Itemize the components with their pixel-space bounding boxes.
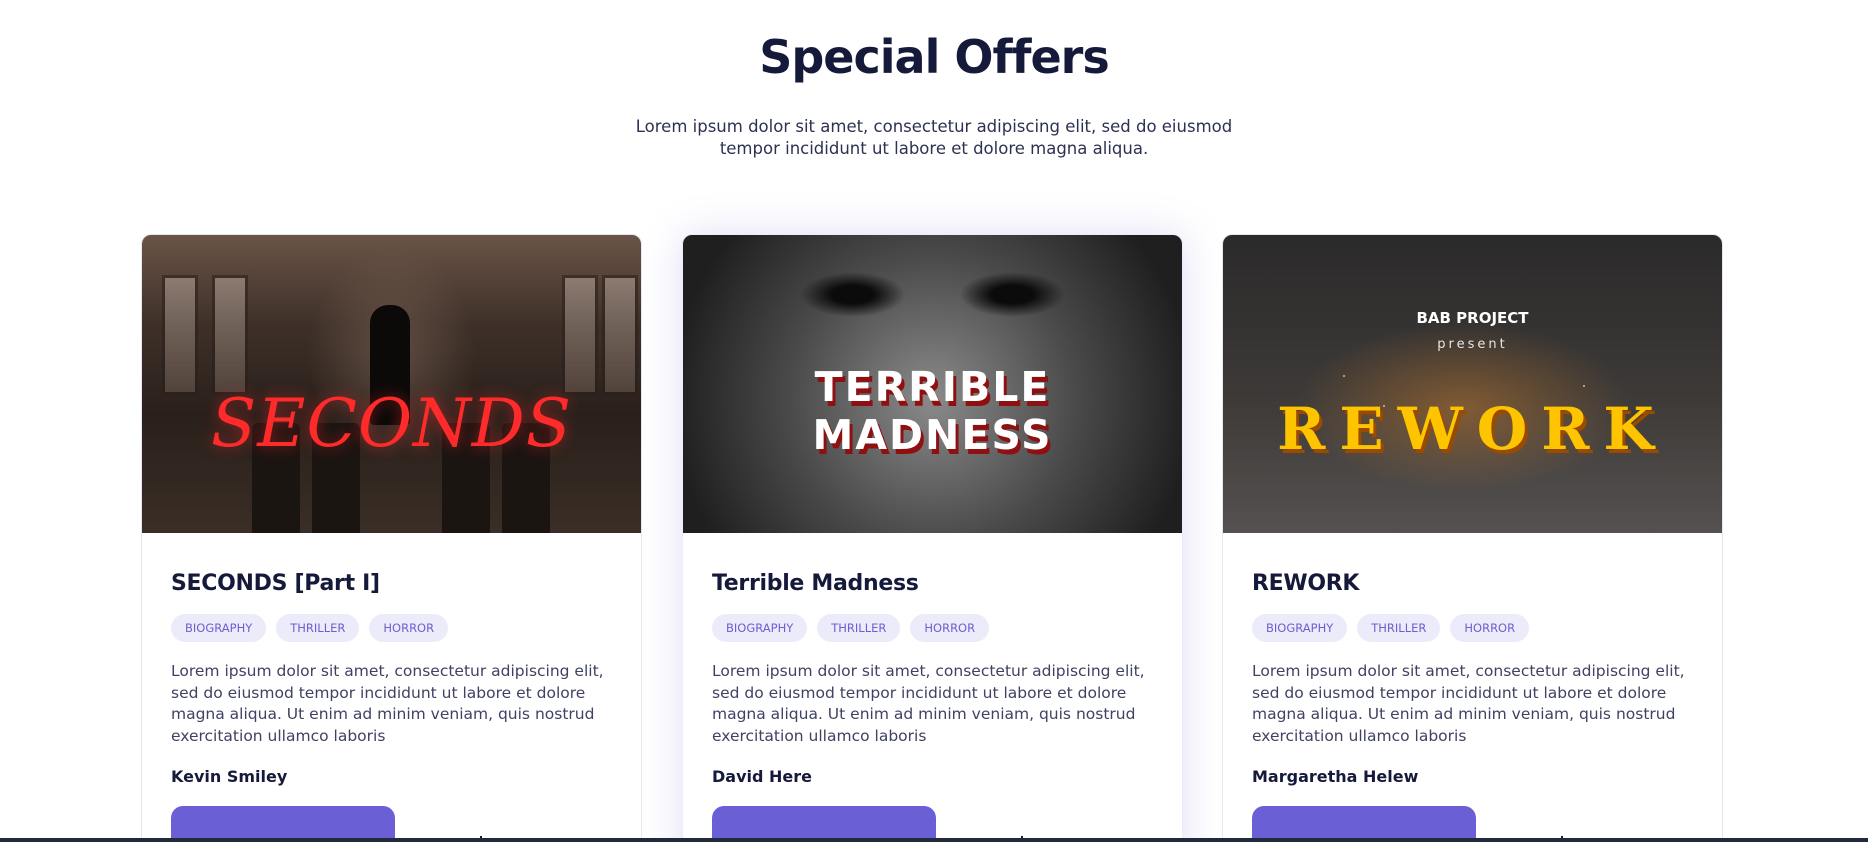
tag-horror[interactable]: HORROR bbox=[1450, 614, 1530, 642]
author-name: David Here bbox=[712, 767, 812, 786]
cover-present: present bbox=[1437, 337, 1508, 352]
cover-title-art: REWORK bbox=[1277, 395, 1668, 463]
book-description: Lorem ipsum dolor sit amet, consectetur … bbox=[1252, 662, 1685, 745]
cover-title-art: SECONDS bbox=[211, 385, 572, 462]
tag-list: BIOGRAPHY THRILLER HORROR bbox=[712, 614, 1153, 642]
book-description: Lorem ipsum dolor sit amet, consectetur … bbox=[712, 662, 1145, 745]
tag-thriller[interactable]: THRILLER bbox=[817, 614, 901, 642]
cover-pretitle: BAB PROJECT bbox=[1416, 309, 1529, 327]
tag-list: BIOGRAPHY THRILLER HORROR bbox=[171, 614, 612, 642]
author-name: Kevin Smiley bbox=[171, 767, 288, 786]
book-cover-image[interactable]: SECONDS bbox=[142, 235, 641, 533]
section-title: Special Offers bbox=[759, 30, 1110, 84]
tag-thriller[interactable]: THRILLER bbox=[1357, 614, 1441, 642]
cover-title-line-2: MADNESS bbox=[812, 411, 1053, 459]
book-title[interactable]: REWORK bbox=[1252, 571, 1693, 596]
book-title[interactable]: SECONDS [Part I] bbox=[171, 571, 612, 596]
book-action-button[interactable] bbox=[1252, 806, 1476, 842]
offer-card-rework[interactable]: BAB PROJECT present REWORK REWORK BIOGRA… bbox=[1222, 234, 1723, 842]
offer-card-seconds[interactable]: SECONDS SECONDS [Part I] BIOGRAPHY THRIL… bbox=[141, 234, 642, 842]
book-action-button[interactable] bbox=[171, 806, 395, 842]
author-name: Margaretha Helew bbox=[1252, 767, 1419, 786]
cover-title-art: TERRIBLE MADNESS bbox=[683, 363, 1182, 459]
cover-title-line-1: TERRIBLE bbox=[814, 363, 1051, 411]
book-action-button[interactable] bbox=[712, 806, 936, 842]
offer-card-terrible-madness[interactable]: TERRIBLE MADNESS Terrible Madness BIOGRA… bbox=[682, 234, 1183, 842]
book-cover-image[interactable]: BAB PROJECT present REWORK bbox=[1223, 235, 1722, 533]
tag-biography[interactable]: BIOGRAPHY bbox=[1252, 614, 1348, 642]
tag-horror[interactable]: HORROR bbox=[369, 614, 449, 642]
tag-biography[interactable]: BIOGRAPHY bbox=[712, 614, 808, 642]
book-title[interactable]: Terrible Madness bbox=[712, 571, 1153, 596]
tag-biography[interactable]: BIOGRAPHY bbox=[171, 614, 267, 642]
section-subtitle: Lorem ipsum dolor sit amet, consectetur … bbox=[635, 117, 1233, 158]
tag-thriller[interactable]: THRILLER bbox=[276, 614, 360, 642]
tag-list: BIOGRAPHY THRILLER HORROR bbox=[1252, 614, 1693, 642]
tag-horror[interactable]: HORROR bbox=[910, 614, 990, 642]
book-description: Lorem ipsum dolor sit amet, consectetur … bbox=[171, 662, 604, 745]
book-cover-image[interactable]: TERRIBLE MADNESS bbox=[683, 235, 1182, 533]
bottom-edge-bar bbox=[0, 838, 1868, 842]
